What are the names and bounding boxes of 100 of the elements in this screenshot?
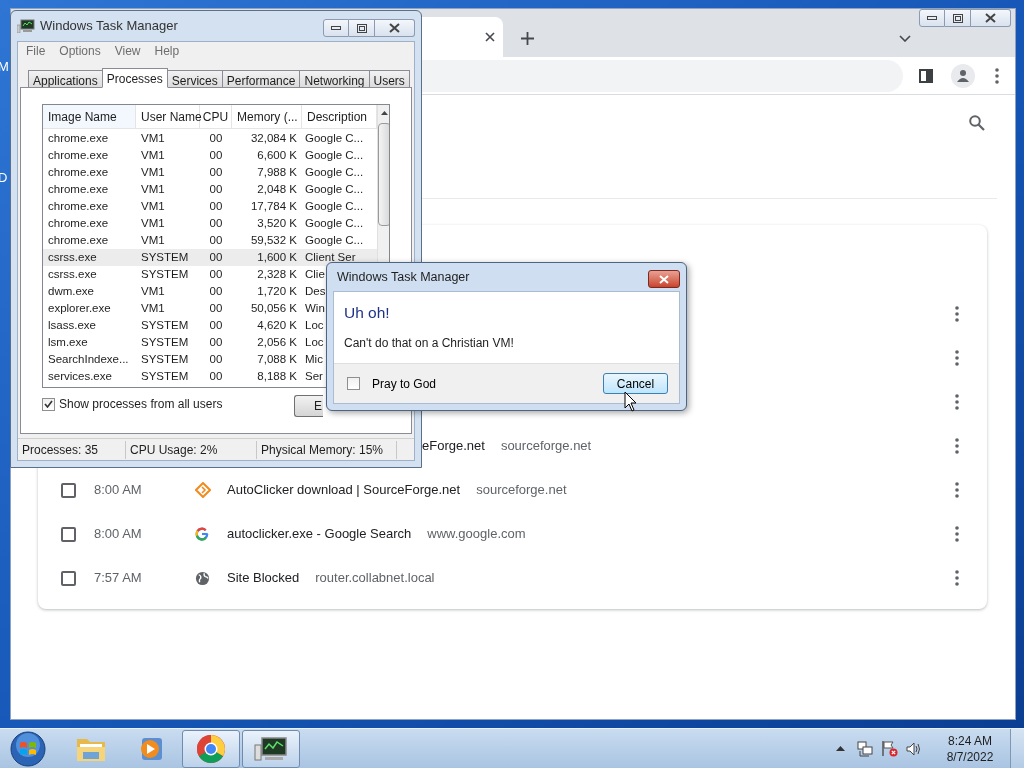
- cancel-button[interactable]: Cancel: [603, 373, 668, 394]
- table-cell-text: chrome.exe: [47, 181, 110, 197]
- pray-checkbox[interactable]: [347, 377, 360, 390]
- table-cell-text: SYSTEM: [140, 351, 190, 367]
- row-checkbox[interactable]: [61, 482, 76, 498]
- table-cell-text: 1,600 K: [256, 249, 298, 265]
- page-title[interactable]: eForge.net: [422, 436, 485, 456]
- g-logo-icon: [195, 527, 209, 541]
- status-text: Processes: 35: [18, 440, 126, 459]
- tab[interactable]: Users: [368, 70, 410, 88]
- page-title[interactable]: AutoClicker download | SourceForge.net: [227, 480, 461, 500]
- tab[interactable]: Applications: [28, 70, 103, 88]
- table-cell-text: Win: [305, 300, 325, 316]
- table-cell-text: 00: [208, 351, 224, 367]
- end-process-button[interactable]: E: [294, 395, 323, 417]
- table-cell-text: VM1: [140, 300, 166, 316]
- table-cell-text: Mic: [305, 351, 323, 367]
- table-cell-text: Google C...: [305, 232, 364, 248]
- table-cell-text: 17,784 K: [249, 198, 298, 214]
- table-cell-text: 2,056 K: [256, 334, 298, 350]
- dialog-close-button[interactable]: [648, 270, 680, 288]
- table-cell-text: explorer.exe: [47, 300, 112, 316]
- table-cell-text: 2,048 K: [256, 181, 298, 197]
- play-icon: [138, 735, 164, 762]
- row-checkbox[interactable]: [61, 526, 76, 542]
- minimize-icon: [927, 16, 937, 20]
- maximize-icon: [952, 13, 963, 23]
- table-cell-text: 4,620 K: [256, 317, 298, 333]
- start-button[interactable]: [8, 730, 48, 767]
- maximize-button[interactable]: [349, 19, 375, 37]
- table-cell-text: VM1: [140, 181, 166, 197]
- taskbar-app-button[interactable]: [242, 729, 300, 768]
- column-header[interactable]: CPU: [200, 105, 232, 128]
- close-button[interactable]: [971, 9, 1011, 27]
- table-cell-text: SYSTEM: [140, 334, 190, 350]
- page-title[interactable]: autoclicker.exe - Google Search: [227, 524, 412, 544]
- table-cell-text: Des: [305, 283, 326, 299]
- table-cell-text: 59,532 K: [249, 232, 298, 248]
- tab[interactable]: Services: [166, 70, 223, 88]
- tab[interactable]: Performance: [221, 70, 301, 88]
- table-cell-text: lsass.exe: [47, 317, 97, 333]
- table-cell-text: 00: [208, 283, 224, 299]
- table-cell-text: VM1: [140, 198, 166, 214]
- table-cell-text: Google C...: [305, 147, 364, 163]
- flag-icon: [881, 740, 898, 757]
- table-cell-text: Client Ser: [305, 249, 356, 265]
- profile-avatar[interactable]: [951, 63, 975, 88]
- maximize-icon: [356, 23, 367, 33]
- table-cell-text: 00: [208, 300, 224, 316]
- table-cell-text: Loc: [305, 317, 324, 333]
- minimize-button[interactable]: [323, 19, 349, 37]
- table-cell-text: VM1: [140, 232, 166, 248]
- process-row[interactable]: chrome.exe VM1 00 2,048 K Google C...: [43, 181, 377, 198]
- maximize-button[interactable]: [945, 9, 971, 27]
- table-cell-text: 50,056 K: [249, 300, 298, 316]
- process-row[interactable]: chrome.exe VM1 00 32,084 K Google C...: [43, 130, 377, 147]
- side-panel-icon: [919, 68, 933, 83]
- table-cell-text: Google C...: [305, 130, 364, 146]
- table-cell-text: csrss.exe: [47, 266, 98, 282]
- table-cell-text: 00: [208, 266, 224, 282]
- table-cell-text: VM1: [140, 164, 166, 180]
- tab[interactable]: Processes: [101, 68, 168, 88]
- visit-time: 7:57 AM: [94, 569, 143, 588]
- more-icon: [955, 526, 959, 542]
- minimize-button[interactable]: [919, 9, 945, 27]
- table-cell-text: 00: [208, 164, 224, 180]
- column-header[interactable]: Image Name: [43, 105, 136, 128]
- dialog-message: Can't do that on a Christian VM!: [344, 335, 515, 353]
- table-cell-text: 00: [208, 198, 224, 214]
- browser-menu-icon: [995, 67, 999, 84]
- menu-item[interactable]: View: [114, 42, 141, 60]
- process-row[interactable]: chrome.exe VM1 00 6,600 K Google C...: [43, 147, 377, 164]
- scroll-thumb[interactable]: [378, 123, 389, 226]
- close-button[interactable]: [375, 19, 415, 37]
- visit-time: 8:00 AM: [94, 481, 143, 500]
- page-title[interactable]: Site Blocked: [227, 568, 300, 588]
- clock-date[interactable]: 8/7/2022: [946, 748, 994, 765]
- table-cell-text: 00: [208, 368, 224, 384]
- table-cell-text: chrome.exe: [47, 215, 110, 231]
- column-header[interactable]: User Name: [136, 105, 200, 128]
- menu-item[interactable]: Options: [59, 42, 101, 60]
- process-row[interactable]: chrome.exe VM1 00 7,988 K Google C...: [43, 164, 377, 181]
- process-row[interactable]: csrss.exe SYSTEM 00 1,600 K Client Ser: [43, 249, 377, 266]
- more-icon: [955, 482, 959, 498]
- show-hidden-icons: [836, 746, 845, 751]
- table-cell-text: 00: [208, 181, 224, 197]
- process-row[interactable]: chrome.exe VM1 00 17,784 K Google C...: [43, 198, 377, 215]
- visit-time: 8:00 AM: [94, 525, 143, 544]
- tab[interactable]: Networking: [299, 70, 370, 88]
- table-cell-text: 00: [208, 317, 224, 333]
- clock-time[interactable]: 8:24 AM: [948, 732, 992, 749]
- menu-item[interactable]: Help: [154, 42, 180, 60]
- process-row[interactable]: chrome.exe VM1 00 3,520 K Google C...: [43, 215, 377, 232]
- row-checkbox[interactable]: [61, 570, 76, 586]
- process-row[interactable]: chrome.exe VM1 00 59,532 K Google C...: [43, 232, 377, 249]
- show-desktop-button[interactable]: [1010, 728, 1024, 768]
- dialog-title: Windows Task Manager: [337, 268, 470, 286]
- column-header[interactable]: Memory (...: [232, 105, 302, 128]
- show-all-users-checkbox[interactable]: [42, 397, 55, 411]
- menu-item[interactable]: File: [26, 42, 46, 60]
